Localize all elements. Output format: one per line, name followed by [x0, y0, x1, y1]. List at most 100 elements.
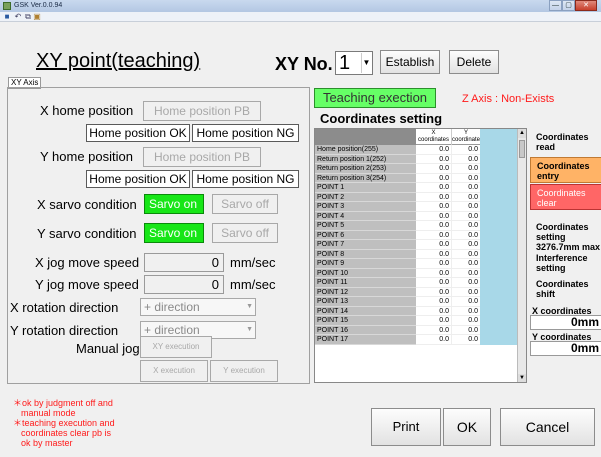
row-y-cell[interactable]: 0.0: [452, 155, 480, 164]
row-x-cell[interactable]: 0.0: [416, 145, 452, 155]
row-y-cell[interactable]: 0.0: [452, 316, 480, 326]
row-y-cell[interactable]: 0.0: [452, 250, 480, 259]
row-y-cell[interactable]: 0.0: [452, 145, 480, 155]
table-row[interactable]: POINT 3 0.0 0.0: [315, 202, 518, 212]
table-row[interactable]: POINT 9 0.0 0.0: [315, 259, 518, 269]
row-y-cell[interactable]: 0.0: [452, 335, 480, 345]
coordinates-grid[interactable]: X coordinates Y coordinates Home positio…: [314, 128, 527, 383]
row-y-cell[interactable]: 0.0: [452, 164, 480, 174]
row-y-cell[interactable]: 0.0: [452, 297, 480, 307]
table-row[interactable]: POINT 10 0.0 0.0: [315, 268, 518, 278]
table-row[interactable]: POINT 13 0.0 0.0: [315, 297, 518, 307]
table-row[interactable]: POINT 5 0.0 0.0: [315, 221, 518, 231]
establish-button[interactable]: Establish: [380, 50, 440, 74]
table-row[interactable]: POINT 15 0.0 0.0: [315, 316, 518, 326]
teaching-execution-button[interactable]: Teaching exection: [314, 88, 436, 108]
table-row[interactable]: POINT 6 0.0 0.0: [315, 230, 518, 240]
x-home-pb-button[interactable]: Home position PB: [143, 101, 261, 121]
table-row[interactable]: POINT 8 0.0 0.0: [315, 249, 518, 259]
row-y-cell[interactable]: 0.0: [452, 221, 480, 231]
x-rotation-select[interactable]: + direction ▼: [140, 298, 256, 316]
row-x-cell[interactable]: 0.0: [416, 297, 452, 307]
scroll-down-icon[interactable]: ▼: [518, 374, 526, 382]
table-row[interactable]: Return position 3(254) 0.0 0.0: [315, 173, 518, 183]
row-x-cell[interactable]: 0.0: [416, 325, 452, 335]
row-x-cell[interactable]: 0.0: [416, 268, 452, 278]
x-servo-off-button[interactable]: Sarvo off: [212, 194, 278, 214]
cancel-button[interactable]: Cancel: [500, 408, 595, 446]
paste-icon[interactable]: ▣: [33, 13, 41, 21]
row-x-cell[interactable]: 0.0: [416, 335, 452, 345]
row-y-cell[interactable]: 0.0: [452, 193, 480, 202]
coordinates-clear-button[interactable]: Coordinates clear: [530, 184, 601, 210]
row-y-cell[interactable]: 0.0: [452, 174, 480, 183]
row-y-cell[interactable]: 0.0: [452, 288, 480, 297]
row-x-cell[interactable]: 0.0: [416, 154, 452, 164]
row-y-cell[interactable]: 0.0: [452, 269, 480, 278]
row-x-cell[interactable]: 0.0: [416, 183, 452, 193]
row-y-cell[interactable]: 0.0: [452, 231, 480, 240]
row-x-cell[interactable]: 0.0: [416, 202, 452, 212]
table-row[interactable]: Return position 2(253) 0.0 0.0: [315, 164, 518, 174]
row-x-cell[interactable]: 0.0: [416, 221, 452, 231]
y-execution-button[interactable]: Y execution: [210, 360, 278, 382]
print-button[interactable]: Print: [371, 408, 441, 446]
row-x-cell[interactable]: 0.0: [416, 278, 452, 288]
row-y-cell[interactable]: 0.0: [452, 212, 480, 221]
xy-no-select[interactable]: 1 ▼: [335, 51, 373, 75]
table-row[interactable]: POINT 1 0.0 0.0: [315, 183, 518, 193]
scroll-thumb[interactable]: [519, 140, 525, 158]
save-icon[interactable]: ■: [3, 13, 11, 21]
table-row[interactable]: POINT 12 0.0 0.0: [315, 287, 518, 297]
row-y-cell[interactable]: 0.0: [452, 202, 480, 212]
x-coordinates-input[interactable]: 0mm: [530, 315, 601, 330]
row-y-cell[interactable]: 0.0: [452, 326, 480, 335]
y-jog-speed-input[interactable]: 0: [144, 275, 224, 294]
x-execution-button[interactable]: X execution: [140, 360, 208, 382]
row-x-cell[interactable]: 0.0: [416, 316, 452, 326]
table-row[interactable]: POINT 2 0.0 0.0: [315, 192, 518, 202]
row-y-cell[interactable]: 0.0: [452, 278, 480, 288]
row-x-cell[interactable]: 0.0: [416, 240, 452, 250]
interference-setting-button[interactable]: Interference setting: [530, 250, 601, 273]
x-jog-speed-input[interactable]: 0: [144, 253, 224, 272]
delete-button[interactable]: Delete: [449, 50, 499, 74]
undo-icon[interactable]: ↶: [14, 13, 22, 21]
row-y-cell[interactable]: 0.0: [452, 259, 480, 269]
row-x-cell[interactable]: 0.0: [416, 211, 452, 221]
table-row[interactable]: POINT 11 0.0 0.0: [315, 278, 518, 288]
x-servo-on-button[interactable]: Sarvo on: [144, 194, 204, 214]
table-row[interactable]: Return position 1(252) 0.0 0.0: [315, 154, 518, 164]
y-coordinates-input[interactable]: 0mm: [530, 341, 601, 356]
ok-button[interactable]: OK: [443, 408, 491, 446]
row-x-cell[interactable]: 0.0: [416, 259, 452, 269]
minimize-button[interactable]: —: [549, 0, 562, 11]
maximize-button[interactable]: ▢: [562, 0, 575, 11]
row-x-cell[interactable]: 0.0: [416, 249, 452, 259]
grid-scrollbar[interactable]: ▲ ▼: [517, 129, 526, 382]
row-y-cell[interactable]: 0.0: [452, 240, 480, 250]
row-y-cell[interactable]: 0.0: [452, 307, 480, 316]
scroll-up-icon[interactable]: ▲: [518, 129, 526, 138]
table-row[interactable]: POINT 16 0.0 0.0: [315, 325, 518, 335]
row-x-cell[interactable]: 0.0: [416, 306, 452, 316]
coordinates-read-button[interactable]: Coordinates read: [530, 129, 601, 155]
copy-icon[interactable]: ⧉: [24, 13, 32, 21]
row-x-cell[interactable]: 0.0: [416, 173, 452, 183]
xy-execution-button[interactable]: XY execution: [140, 336, 212, 358]
close-button[interactable]: ✕: [575, 0, 597, 11]
row-x-cell[interactable]: 0.0: [416, 287, 452, 297]
table-row[interactable]: Home position(255) 0.0 0.0: [315, 145, 518, 155]
row-x-cell[interactable]: 0.0: [416, 164, 452, 174]
y-servo-on-button[interactable]: Sarvo on: [144, 223, 204, 243]
table-row[interactable]: POINT 4 0.0 0.0: [315, 211, 518, 221]
coordinates-entry-button[interactable]: Coordinates entry: [530, 157, 601, 183]
row-x-cell[interactable]: 0.0: [416, 230, 452, 240]
y-servo-off-button[interactable]: Sarvo off: [212, 223, 278, 243]
row-y-cell[interactable]: 0.0: [452, 183, 480, 193]
table-row[interactable]: POINT 17 0.0 0.0: [315, 335, 518, 345]
table-row[interactable]: POINT 14 0.0 0.0: [315, 306, 518, 316]
row-x-cell[interactable]: 0.0: [416, 192, 452, 202]
table-row[interactable]: POINT 7 0.0 0.0: [315, 240, 518, 250]
coordinates-shift-button[interactable]: Coordinates shift: [530, 276, 601, 299]
